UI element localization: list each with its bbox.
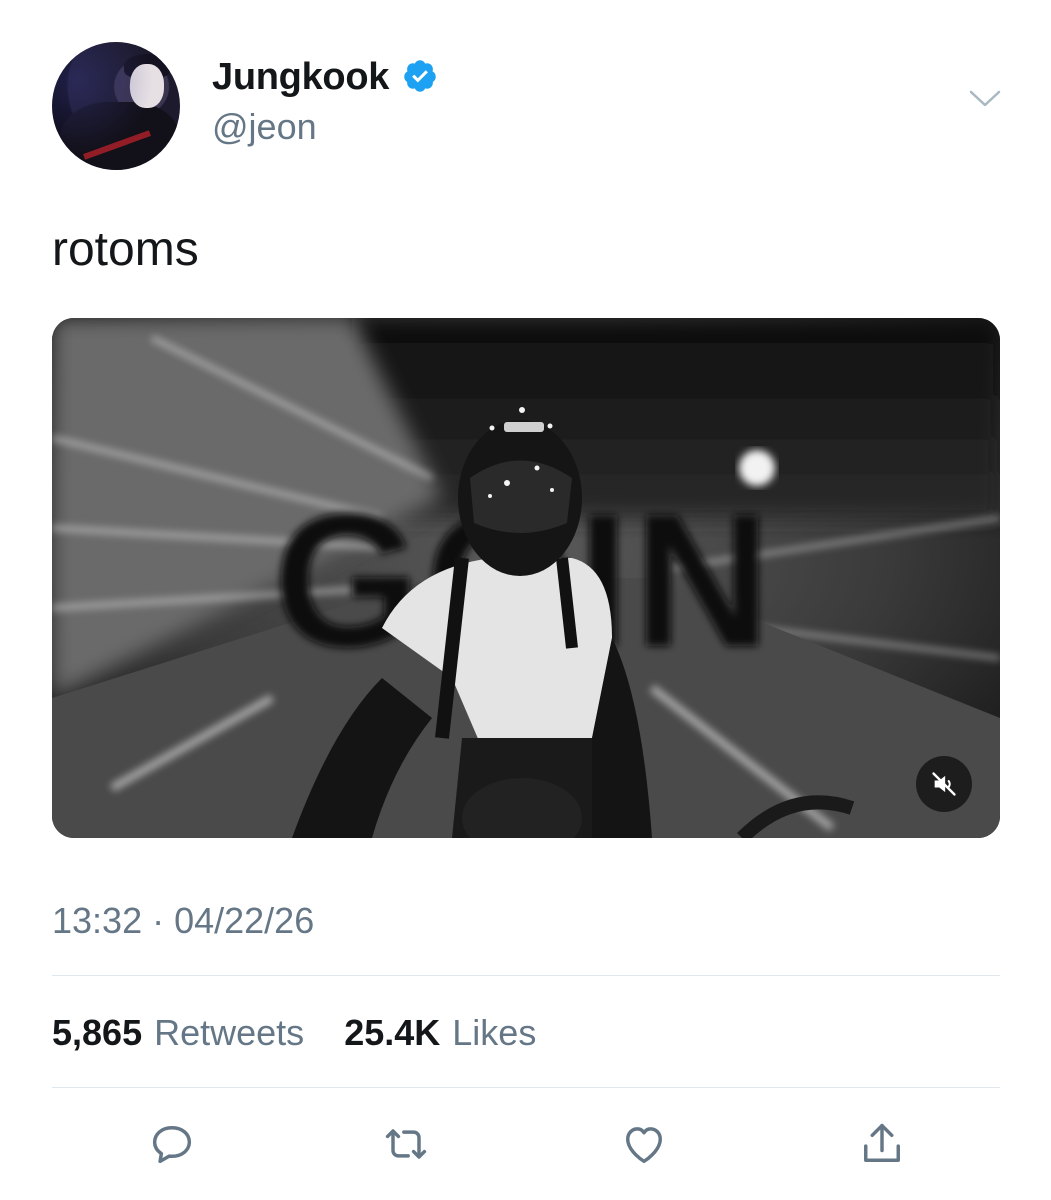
avatar-glow [52, 42, 180, 170]
tweet-timestamp[interactable]: 13:32 · 04/22/26 [52, 900, 314, 942]
retweets-label: Retweets [154, 1012, 305, 1053]
speaker-muted-icon [932, 772, 956, 796]
avatar[interactable] [52, 42, 180, 170]
mute-button[interactable] [916, 756, 972, 812]
comment-icon [152, 1126, 192, 1164]
tweet-detail: Jungkook @jeon rotoms 13:32 · 04/22/26 5… [0, 0, 1051, 1200]
likes-count: 25.4K [344, 1012, 441, 1053]
retweets-stat[interactable]: 5,865 Retweets [52, 1012, 314, 1053]
share-button[interactable] [856, 1118, 908, 1170]
verified-badge-icon [404, 60, 436, 92]
retweets-count: 5,865 [52, 1012, 143, 1053]
likes-label: Likes [452, 1012, 537, 1053]
display-name[interactable]: Jungkook [212, 56, 389, 99]
reply-button[interactable] [146, 1118, 198, 1170]
tweet-text: rotoms [52, 223, 199, 276]
handle[interactable]: @jeon [212, 106, 317, 148]
likes-stat[interactable]: 25.4K Likes [334, 1012, 536, 1053]
retweet-button[interactable] [380, 1118, 432, 1170]
tweet-stats: 5,865 Retweets 25.4K Likes [52, 1012, 536, 1054]
divider [52, 975, 1000, 976]
tweet-video[interactable]: GOIN [52, 318, 1000, 838]
retweet-icon [385, 1129, 427, 1159]
video-frame: GOIN [52, 318, 1000, 838]
heart-icon [626, 1127, 662, 1164]
chevron-down-icon[interactable] [968, 88, 1002, 110]
like-button[interactable] [618, 1118, 670, 1170]
share-icon [864, 1123, 900, 1162]
divider [52, 1087, 1000, 1088]
